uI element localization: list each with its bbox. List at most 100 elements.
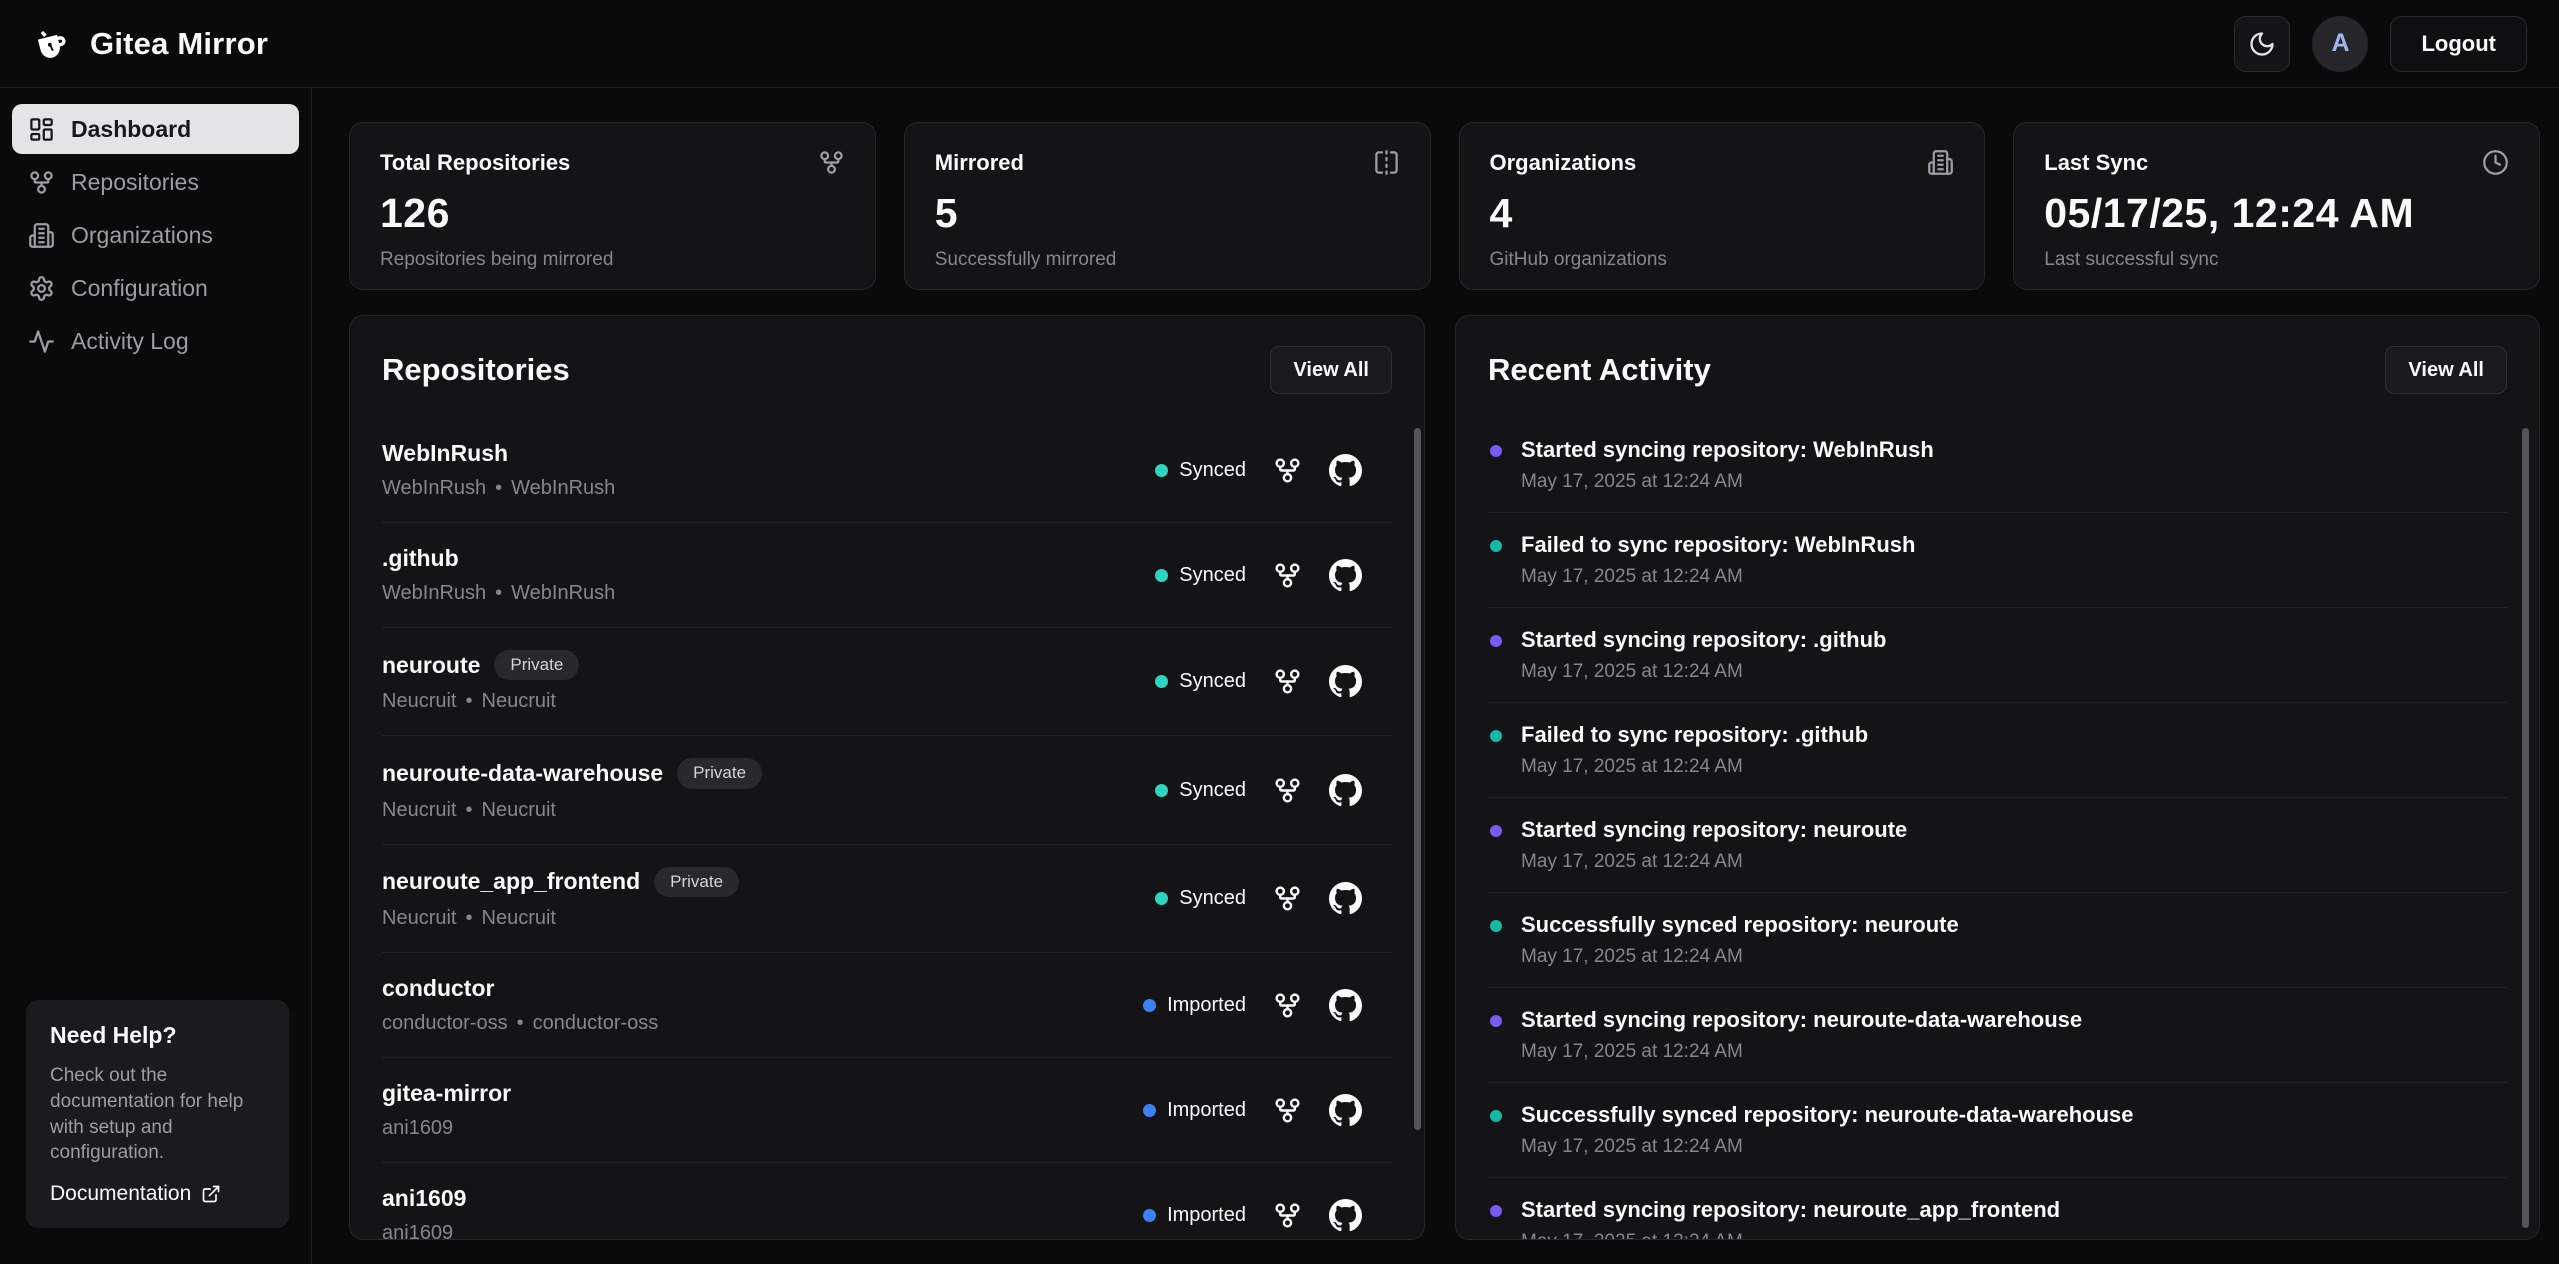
repo-name: neuroute xyxy=(382,652,480,679)
activity-status-dot xyxy=(1490,1205,1502,1217)
app-title: Gitea Mirror xyxy=(90,26,268,62)
status-dot xyxy=(1143,999,1156,1012)
git-fork-icon[interactable] xyxy=(1273,776,1302,805)
repo-name: .github xyxy=(382,545,459,572)
github-icon[interactable] xyxy=(1329,454,1362,487)
repo-row-neuroute-data-warehouse: neuroute-data-warehouse Private Neucruit… xyxy=(382,736,1392,844)
github-icon[interactable] xyxy=(1329,989,1362,1022)
activity-view-all-button[interactable]: View All xyxy=(2385,346,2507,394)
activity-status-dot xyxy=(1490,825,1502,837)
github-icon[interactable] xyxy=(1329,1199,1362,1232)
git-fork-icon xyxy=(28,169,55,196)
git-fork-icon[interactable] xyxy=(1273,667,1302,696)
repo-org: Neucruit xyxy=(482,907,556,930)
repo-owner-line: ani1609 xyxy=(382,1117,511,1140)
status-dot xyxy=(1143,1104,1156,1117)
github-icon[interactable] xyxy=(1329,665,1362,698)
private-badge: Private xyxy=(677,758,762,788)
stat-subtitle: GitHub organizations xyxy=(1490,249,1955,271)
owner-separator: • xyxy=(495,582,502,605)
activity-status-dot xyxy=(1490,730,1502,742)
activity-status-dot xyxy=(1490,445,1502,457)
avatar[interactable]: A xyxy=(2312,16,2368,72)
sidebar-item-dashboard[interactable]: Dashboard xyxy=(12,104,299,154)
status-dot xyxy=(1143,1209,1156,1222)
git-fork-icon xyxy=(818,149,845,176)
sidebar-item-configuration[interactable]: Configuration xyxy=(12,263,299,313)
git-fork-icon[interactable] xyxy=(1273,884,1302,913)
repo-owner: Neucruit xyxy=(382,799,456,822)
activity-timestamp: May 17, 2025 at 12:24 AM xyxy=(1521,851,1907,873)
status-label: Synced xyxy=(1179,564,1246,587)
activity-scrollbar[interactable] xyxy=(2522,428,2529,1228)
repo-name: WebInRush xyxy=(382,440,508,467)
activity-timestamp: May 17, 2025 at 12:24 AM xyxy=(1521,756,1868,778)
status-dot xyxy=(1155,569,1168,582)
sidebar-item-activity-log[interactable]: Activity Log xyxy=(12,316,299,366)
github-icon[interactable] xyxy=(1329,774,1362,807)
status-label: Imported xyxy=(1167,1099,1246,1122)
repo-list: WebInRush WebInRush • WebInRush Synced xyxy=(382,418,1392,1240)
repo-name: ani1609 xyxy=(382,1185,466,1212)
stats-grid: Total Repositories 126 Repositories bein… xyxy=(349,122,2540,290)
activity-timestamp: May 17, 2025 at 12:24 AM xyxy=(1521,946,1959,968)
github-icon[interactable] xyxy=(1329,1094,1362,1127)
brand: Gitea Mirror xyxy=(32,23,268,65)
repositories-scrollbar[interactable] xyxy=(1414,428,1421,1130)
documentation-link[interactable]: Documentation xyxy=(50,1182,221,1206)
repo-row-gitea-mirror: gitea-mirror ani1609 Imported xyxy=(382,1058,1392,1163)
sidebar-item-repositories[interactable]: Repositories xyxy=(12,157,299,207)
repo-org: Neucruit xyxy=(482,690,556,713)
activity-item: Started syncing repository: neuroute-dat… xyxy=(1488,988,2507,1083)
repo-owner-line: conductor-oss • conductor-oss xyxy=(382,1012,658,1035)
stat-value: 4 xyxy=(1490,190,1955,237)
sidebar-item-label: Organizations xyxy=(71,222,213,249)
activity-item: Started syncing repository: neuroute_app… xyxy=(1488,1178,2507,1240)
git-fork-icon[interactable] xyxy=(1273,561,1302,590)
owner-separator: • xyxy=(465,799,472,822)
repo-row-ani1609: ani1609 ani1609 Imported xyxy=(382,1163,1392,1240)
activity-status-dot xyxy=(1490,540,1502,552)
private-badge: Private xyxy=(654,867,739,897)
logout-button[interactable]: Logout xyxy=(2390,16,2527,72)
repositories-panel: Repositories View All WebInRush WebInRus… xyxy=(349,315,1425,1240)
status-label: Synced xyxy=(1179,670,1246,693)
repo-owner: conductor-oss xyxy=(382,1012,508,1035)
status-label: Imported xyxy=(1167,1204,1246,1227)
repo-status: Synced xyxy=(1155,459,1246,482)
sidebar-item-label: Configuration xyxy=(71,275,208,302)
repo-status: Imported xyxy=(1143,1099,1246,1122)
repositories-view-all-button[interactable]: View All xyxy=(1270,346,1392,394)
git-fork-icon[interactable] xyxy=(1273,1096,1302,1125)
owner-separator: • xyxy=(495,477,502,500)
activity-timestamp: May 17, 2025 at 12:24 AM xyxy=(1521,661,1886,683)
repo-status: Synced xyxy=(1155,779,1246,802)
activity-message: Started syncing repository: neuroute_app… xyxy=(1521,1197,2060,1223)
theme-toggle-button[interactable] xyxy=(2234,16,2290,72)
activity-message: Started syncing repository: neuroute xyxy=(1521,817,1907,843)
stat-value: 05/17/25, 12:24 AM xyxy=(2044,190,2509,237)
github-icon[interactable] xyxy=(1329,559,1362,592)
repo-owner-line: WebInRush • WebInRush xyxy=(382,477,615,500)
git-fork-icon[interactable] xyxy=(1273,991,1302,1020)
activity-item: Successfully synced repository: neuroute… xyxy=(1488,893,2507,988)
status-dot xyxy=(1155,892,1168,905)
activity-status-dot xyxy=(1490,635,1502,647)
repo-owner: WebInRush xyxy=(382,477,486,500)
mirror-icon xyxy=(1373,149,1400,176)
repo-row-neuroute: neuroute Private Neucruit • Neucruit Syn… xyxy=(382,628,1392,736)
stat-card-last-sync: Last Sync 05/17/25, 12:24 AM Last succes… xyxy=(2013,122,2540,290)
github-icon[interactable] xyxy=(1329,882,1362,915)
sidebar-item-organizations[interactable]: Organizations xyxy=(12,210,299,260)
status-label: Synced xyxy=(1179,887,1246,910)
stat-value: 126 xyxy=(380,190,845,237)
repo-owner-line: Neucruit • Neucruit xyxy=(382,690,579,713)
git-fork-icon[interactable] xyxy=(1273,1201,1302,1230)
sidebar-nav: Dashboard Repositories Organizations Con… xyxy=(12,104,299,366)
activity-item: Successfully synced repository: neuroute… xyxy=(1488,1083,2507,1178)
repo-owner: ani1609 xyxy=(382,1117,453,1140)
gear-icon xyxy=(28,275,55,302)
building-icon xyxy=(28,222,55,249)
activity-message: Started syncing repository: WebInRush xyxy=(1521,437,1934,463)
git-fork-icon[interactable] xyxy=(1273,456,1302,485)
